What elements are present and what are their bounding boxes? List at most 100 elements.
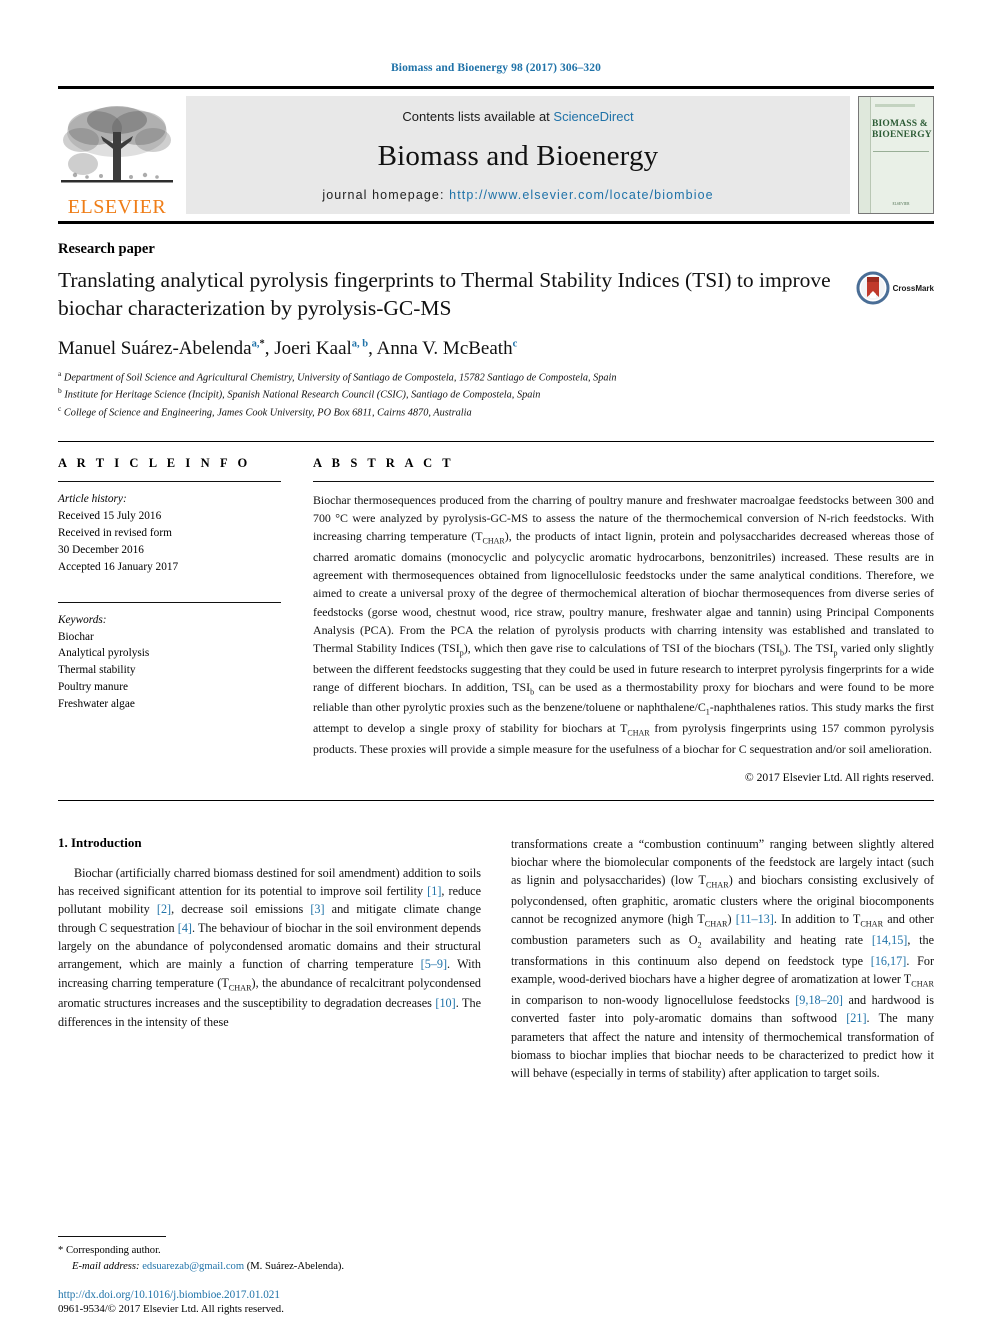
crossmark-icon bbox=[856, 271, 890, 305]
citation-link[interactable]: [11–13] bbox=[736, 912, 774, 926]
footnote-area: * Corresponding author. E-mail address: … bbox=[58, 1236, 462, 1275]
journal-cover-thumbnail: BIOMASS & BIOENERGY ELSEVIER bbox=[858, 96, 934, 214]
citation-link[interactable]: [16,17] bbox=[871, 954, 907, 968]
author-1-name: Manuel Suárez-Abelenda bbox=[58, 337, 252, 359]
citation-link[interactable]: [21] bbox=[846, 1011, 866, 1025]
corresponding-author-note: * Corresponding author. bbox=[58, 1243, 462, 1259]
article-history-label: Article history: bbox=[58, 492, 127, 505]
affiliation-b: b Institute for Heritage Science (Incipi… bbox=[58, 386, 934, 403]
subscript: CHAR bbox=[911, 979, 934, 989]
email-link[interactable]: edsuarezab@gmail.com bbox=[142, 1261, 244, 1272]
author-2-affil-mark: a, b bbox=[351, 338, 369, 350]
cover-title-line2: BIOENERGY bbox=[872, 129, 932, 140]
author-3-name: Anna V. McBeath bbox=[376, 337, 513, 359]
title-row: Translating analytical pyrolysis fingerp… bbox=[58, 267, 934, 323]
intro-paragraph-right: transformations create a “combustion con… bbox=[511, 836, 935, 1081]
keyword-0: Biochar bbox=[58, 630, 94, 643]
abstract-divider bbox=[313, 480, 934, 482]
issn-copyright-line: 0961-9534/© 2017 Elsevier Ltd. All right… bbox=[58, 1303, 284, 1315]
elsevier-wordmark: ELSEVIER bbox=[67, 196, 167, 218]
subscript: CHAR bbox=[704, 919, 728, 929]
affiliation-a-mark: a bbox=[58, 368, 62, 378]
author-sep-2: , bbox=[368, 337, 377, 359]
affiliation-a: a Department of Soil Science and Agricul… bbox=[58, 369, 934, 386]
journal-homepage-link[interactable]: http://www.elsevier.com/locate/biombioe bbox=[449, 188, 714, 202]
affiliation-c: c College of Science and Engineering, Ja… bbox=[58, 404, 934, 421]
cover-spine bbox=[859, 97, 871, 213]
citation-link[interactable]: [5–9] bbox=[421, 957, 447, 971]
affiliation-b-text: Institute for Heritage Science (Incipit)… bbox=[64, 389, 541, 401]
body-column-left: 1. Introduction Biochar (artificially ch… bbox=[58, 835, 481, 1083]
author-2-name: Joeri Kaal bbox=[274, 337, 352, 359]
section-heading-introduction: 1. Introduction bbox=[58, 835, 481, 851]
keyword-4: Freshwater algae bbox=[58, 698, 135, 711]
author-1: Manuel Suárez-Abelendaa,* bbox=[58, 338, 265, 359]
page-title: Translating analytical pyrolysis fingerp… bbox=[58, 268, 831, 320]
body-columns: 1. Introduction Biochar (artificially ch… bbox=[58, 835, 934, 1083]
doi-link[interactable]: http://dx.doi.org/10.1016/j.biombioe.201… bbox=[58, 1289, 488, 1301]
section-name: Introduction bbox=[71, 834, 142, 850]
history-item-1: Received in revised form bbox=[58, 526, 172, 539]
keyword-2: Thermal stability bbox=[58, 664, 136, 677]
footer: http://dx.doi.org/10.1016/j.biombioe.201… bbox=[58, 1289, 488, 1315]
article-type: Research paper bbox=[58, 241, 155, 257]
abstract-copyright: © 2017 Elsevier Ltd. All rights reserved… bbox=[744, 770, 934, 784]
subscript: CHAR bbox=[228, 983, 252, 992]
author-3: Anna V. McBeathc bbox=[377, 338, 518, 359]
contents-prefix: Contents lists available at bbox=[402, 109, 554, 124]
abstract-heading: A B S T R A C T bbox=[313, 455, 455, 470]
journal-masthead: ELSEVIER Contents lists available at Sci… bbox=[58, 86, 934, 224]
email-suffix: (M. Suárez-Abelenda). bbox=[246, 1261, 345, 1273]
history-item-3: Accepted 16 January 2017 bbox=[58, 560, 179, 573]
author-list: Manuel Suárez-Abelendaa,*, Joeri Kaala, … bbox=[58, 338, 934, 360]
abstract-column: A B S T R A C T Biochar thermosequences … bbox=[313, 456, 934, 784]
info-divider-top bbox=[58, 480, 281, 482]
author-sep-1: , bbox=[264, 337, 275, 359]
email-label: E-mail address: bbox=[72, 1261, 140, 1273]
cover-publisher: ELSEVIER bbox=[892, 202, 910, 206]
affiliation-a-text: Department of Soil Science and Agricultu… bbox=[63, 372, 617, 384]
subscript: 2 bbox=[697, 940, 702, 950]
corresponding-text: Corresponding author. bbox=[65, 1245, 161, 1257]
contents-list-line: Contents lists available at ScienceDirec… bbox=[402, 109, 633, 124]
citation-link[interactable]: [2] bbox=[157, 902, 171, 916]
keyword-1: Analytical pyrolysis bbox=[58, 647, 150, 660]
abstract-text: Biochar thermosequences produced from th… bbox=[313, 492, 934, 756]
affiliation-list: a Department of Soil Science and Agricul… bbox=[58, 369, 934, 421]
crossmark-label: CrossMark bbox=[892, 283, 934, 293]
subscript: CHAR bbox=[860, 919, 884, 929]
article-info-column: A R T I C L E I N F O Article history: R… bbox=[58, 456, 313, 784]
journal-homepage-line: journal homepage: http://www.elsevier.co… bbox=[322, 188, 713, 202]
article-page: Biomass and Bioenergy 98 (2017) 306–320 bbox=[0, 0, 992, 1323]
history-item-0: Received 15 July 2016 bbox=[58, 509, 162, 522]
article-history-block: Article history: Received 15 July 2016 R… bbox=[58, 491, 281, 576]
affiliation-c-text: College of Science and Engineering, Jame… bbox=[63, 406, 472, 418]
cover-top-bar bbox=[875, 104, 915, 107]
citation-link[interactable]: [4] bbox=[178, 921, 192, 935]
homepage-prefix: journal homepage: bbox=[322, 188, 450, 202]
keywords-label: Keywords: bbox=[58, 613, 107, 626]
citation-link[interactable]: [9,18–20] bbox=[795, 993, 843, 1007]
cover-title: BIOMASS & BIOENERGY bbox=[872, 119, 932, 141]
crossmark-badge[interactable]: CrossMark bbox=[856, 271, 934, 305]
citation-link[interactable]: [3] bbox=[310, 902, 324, 916]
affiliation-c-mark: c bbox=[58, 403, 62, 413]
sciencedirect-link[interactable]: ScienceDirect bbox=[553, 109, 633, 124]
cover-title-line1: BIOMASS & bbox=[872, 119, 928, 129]
footnote-divider bbox=[58, 1236, 166, 1238]
info-abstract-band: A R T I C L E I N F O Article history: R… bbox=[58, 440, 934, 801]
running-head: Biomass and Bioenergy 98 (2017) 306–320 bbox=[391, 62, 601, 74]
masthead-center: Contents lists available at ScienceDirec… bbox=[186, 96, 850, 214]
journal-title: Biomass and Bioenergy bbox=[377, 139, 659, 172]
author-3-affil-mark: c bbox=[512, 338, 518, 350]
elsevier-tree-icon bbox=[61, 106, 173, 183]
corresponding-marker: * bbox=[58, 1245, 64, 1257]
keyword-3: Poultry manure bbox=[58, 681, 128, 694]
citation-link[interactable]: [1] bbox=[427, 884, 441, 898]
article-info-heading: A R T I C L E I N F O bbox=[58, 455, 251, 470]
intro-paragraph-left: Biochar (artificially charred biomass de… bbox=[58, 865, 481, 1029]
citation-link[interactable]: [14,15] bbox=[872, 933, 908, 947]
citation-link[interactable]: [10] bbox=[435, 996, 455, 1010]
cover-subtext bbox=[873, 149, 929, 170]
keywords-block: Keywords: Biochar Analytical pyrolysis T… bbox=[58, 601, 281, 714]
